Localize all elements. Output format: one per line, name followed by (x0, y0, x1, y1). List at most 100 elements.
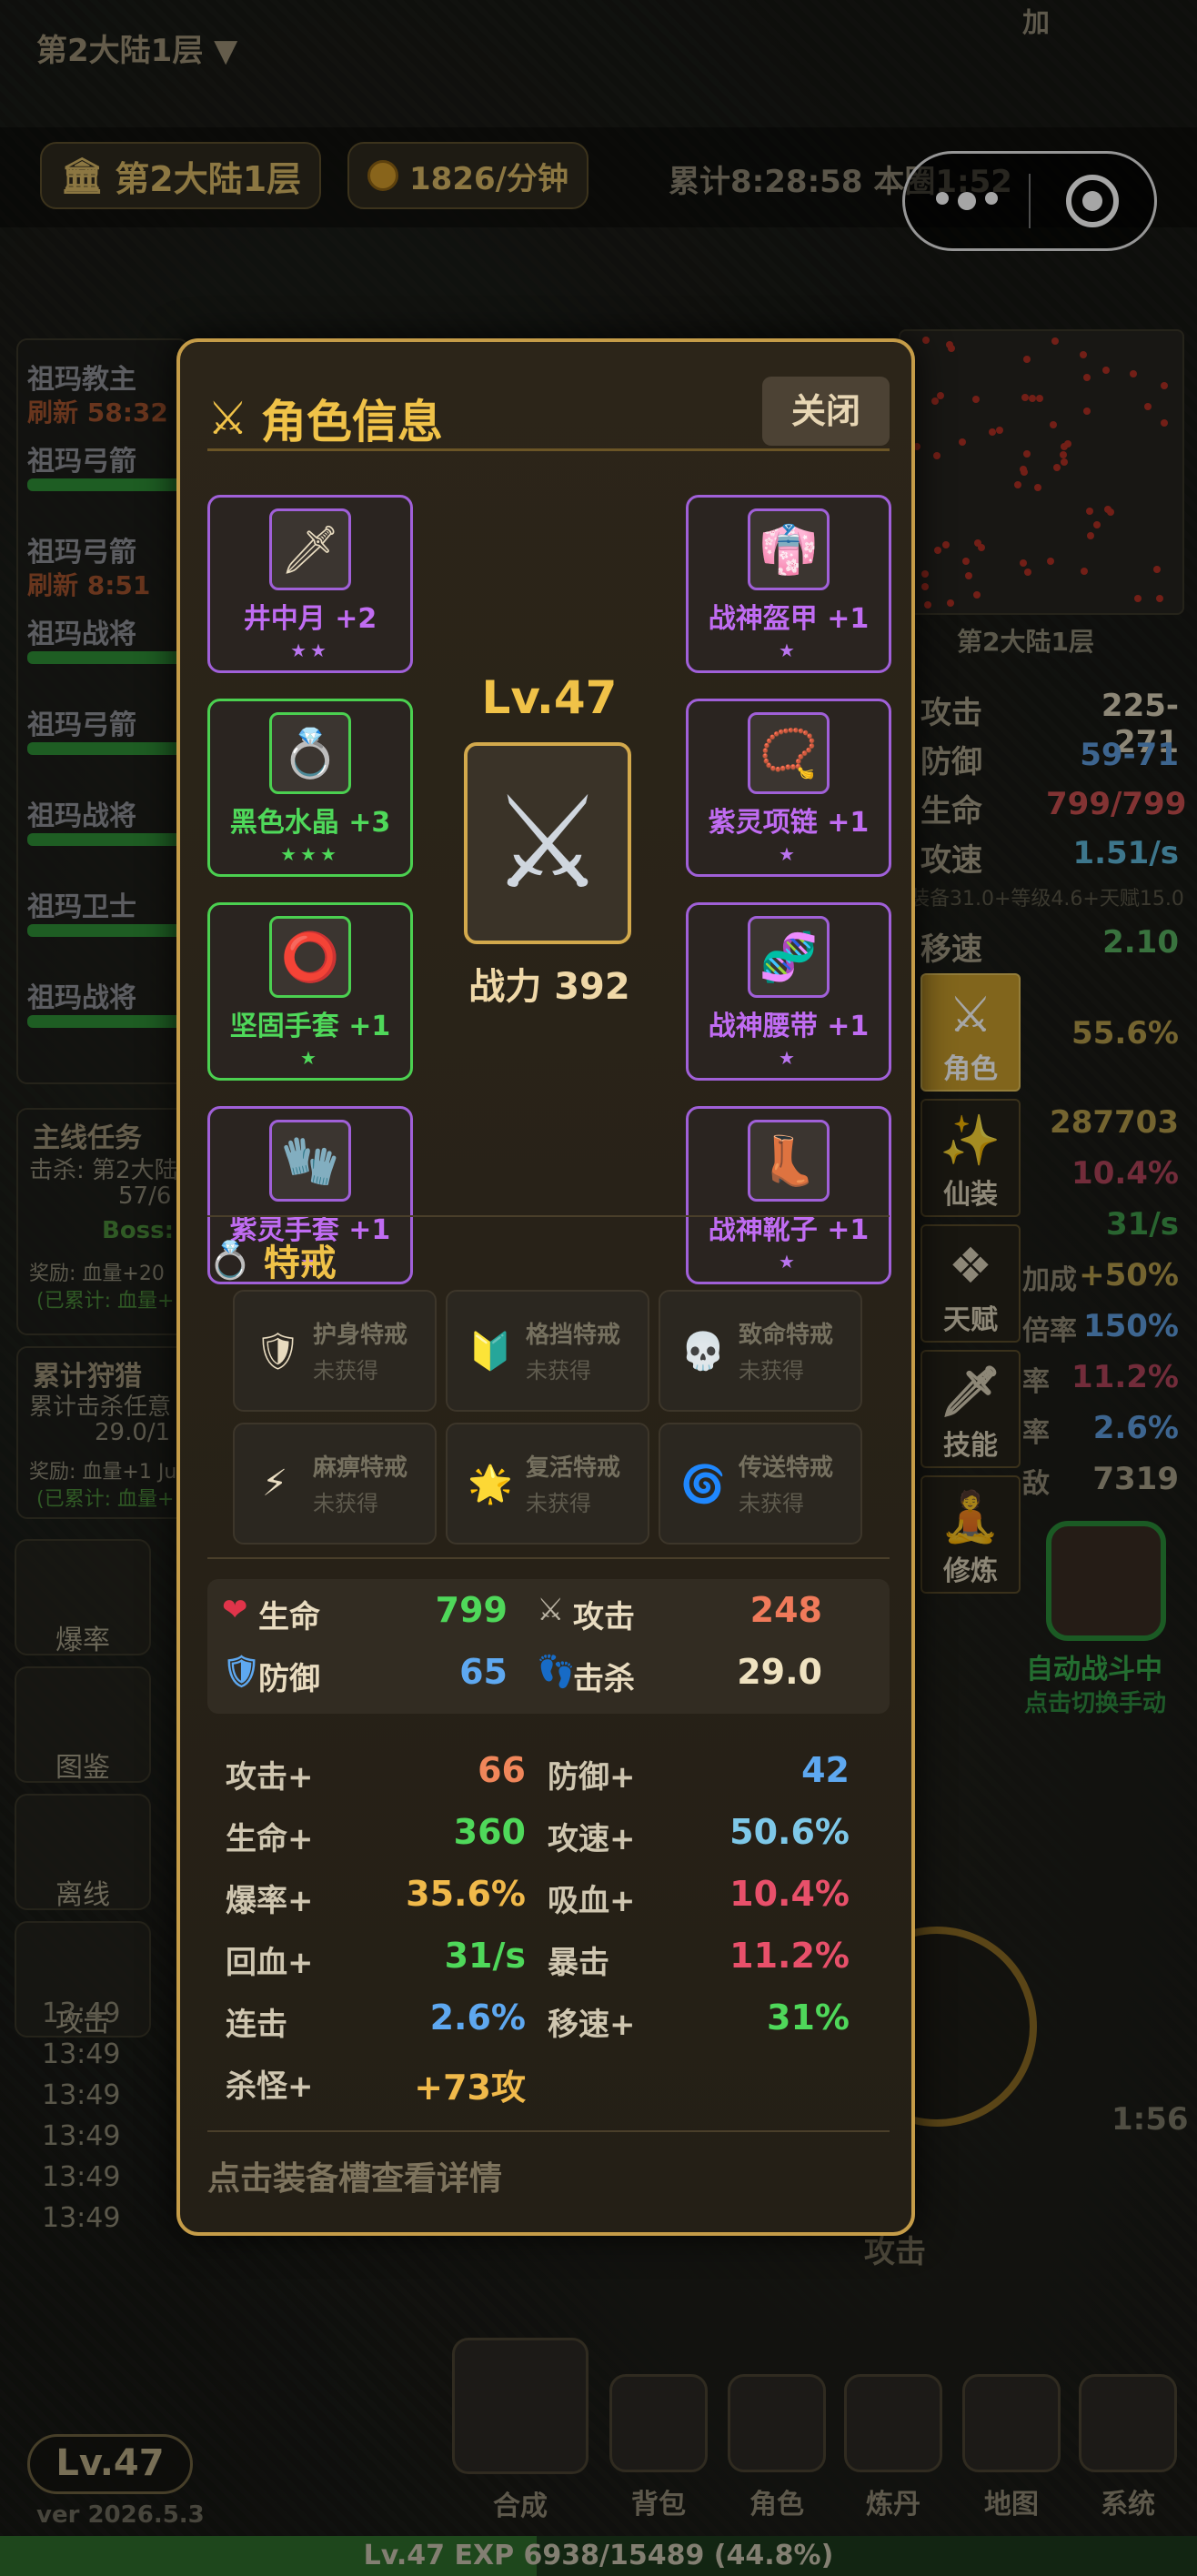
ring-name: 致命特戒 (739, 1321, 834, 1349)
summary-stat-label: 攻击 (573, 1599, 635, 1635)
stat-value: 66 (478, 1750, 526, 1790)
character-info-modal: ⚔ 角色信息 关闭 🗡 井中月 +2 ★★ 💍 黑色水晶 +3 ★★★ ⭕ 坚固手套 +1 ★ 🧤… (176, 338, 915, 2236)
equipment-stars: ★ (779, 843, 799, 865)
equipment-glyph-icon: 👢 (759, 1133, 819, 1189)
ring-text: 麻痹特戒 未获得 (313, 1451, 407, 1517)
stat-value: 10.4% (729, 1874, 850, 1914)
summary-stat-value: 65 (459, 1652, 508, 1692)
special-ring-slot[interactable]: 🌀 传送特戒 未获得 (659, 1423, 862, 1545)
special-ring-slot[interactable]: 🌟 复活特戒 未获得 (446, 1423, 649, 1545)
summary-stat-icon: ❤ (222, 1592, 248, 1628)
special-rings-title: 特戒 (263, 1243, 337, 1284)
stat-label: 吸血+ (548, 1883, 636, 1919)
ring-text: 致命特戒 未获得 (739, 1318, 833, 1384)
summary-stat-value: 799 (435, 1590, 508, 1630)
modal-title-text: 角色信息 (260, 396, 443, 448)
ring-text: 传送特戒 未获得 (739, 1451, 833, 1517)
ring-icon: 💍 (207, 1239, 253, 1282)
stat-value: 42 (801, 1750, 850, 1790)
special-ring-slot[interactable]: ⚡ 麻痹特戒未获得 (233, 1423, 437, 1545)
divider (207, 1557, 890, 1559)
stat-value: 31% (767, 1997, 850, 2038)
equipment-stars: ★ (300, 1047, 320, 1069)
equipment-name: 黑色水晶 +3 (229, 807, 391, 839)
equipment-name: 紫灵项链 +1 (708, 807, 870, 839)
ring-status: 未获得 (739, 1357, 804, 1384)
divider (207, 1215, 890, 1217)
equipment-icon: 💍 (269, 712, 351, 794)
stat-label: 攻速+ (548, 1821, 636, 1857)
ring-name: 复活特戒 (526, 1454, 621, 1482)
special-ring-slot[interactable]: 🔰 格挡特戒未获得 (446, 1290, 649, 1412)
ring-type-icon: 💀 (680, 1330, 726, 1373)
stat-label: 回血+ (226, 1945, 314, 1981)
equipment-glyph-icon: 💍 (280, 726, 340, 781)
equipment-stars: ★ (779, 639, 799, 661)
equipment-glyph-icon: 👘 (759, 522, 819, 578)
equipment-stars: ★ (779, 1251, 799, 1273)
special-ring-slot[interactable]: 💀 致命特戒未获得 (659, 1290, 862, 1412)
summary-stat-label: 击杀 (573, 1661, 635, 1697)
summary-stat-label: 防御 (258, 1661, 320, 1697)
modal-title: ⚔ 角色信息 (207, 386, 443, 451)
stat-value: +73攻 (414, 2068, 526, 2108)
stat-value: 2.6% (429, 1997, 526, 2038)
stat-value: 360 (453, 1812, 526, 1852)
stat-value: 50.6% (729, 1812, 850, 1852)
ring-status: 未获得 (526, 1490, 591, 1516)
summary-stat-icon: 🛡 (222, 1654, 262, 1690)
combat-power: 战力 392 (468, 966, 630, 1008)
stat-label: 杀怪+ (226, 2068, 314, 2105)
equipment-stars: ★ (779, 1047, 799, 1069)
equipment-slot[interactable]: 👘 战神盔甲 +1 ★ (686, 495, 891, 673)
ring-text: 护身特戒 未获得 (313, 1318, 407, 1384)
equipment-stars: ★★★ (280, 843, 340, 865)
stat-label: 移速+ (548, 2007, 636, 2043)
character-swords-icon: ⚔ (490, 769, 605, 918)
special-rings-heading: 💍 特戒 (207, 1233, 337, 1286)
equipment-icon: 📿 (748, 712, 830, 794)
equipment-glyph-icon: 🧤 (280, 1133, 340, 1189)
ring-status: 未获得 (526, 1357, 591, 1384)
character-portrait: ⚔ (464, 742, 631, 944)
stat-label: 暴击 (548, 1945, 609, 1981)
equipment-hint: 点击装备槽查看详情 (207, 2160, 503, 2198)
crossed-swords-icon: ⚔ (207, 392, 248, 445)
equipment-icon: 🧤 (269, 1120, 351, 1202)
stat-label: 生命+ (226, 1821, 314, 1857)
equipment-slot[interactable]: 📿 紫灵项链 +1 ★ (686, 699, 891, 877)
ring-name: 护身特戒 (313, 1321, 408, 1349)
stat-summary: ❤ 生命 799 ⚔ 攻击 248 🛡 防御 65 👣 击杀 29.0 (207, 1579, 890, 1714)
stat-label: 攻击+ (226, 1759, 314, 1796)
ring-status: 未获得 (313, 1357, 378, 1384)
equipment-icon: 🗡 (269, 508, 351, 590)
ring-text: 格挡特戒 未获得 (526, 1318, 620, 1384)
close-button[interactable]: 关闭 (762, 377, 890, 446)
equipment-icon: 👘 (748, 508, 830, 590)
ring-type-icon: ⚡ (261, 1463, 288, 1504)
stat-label: 连击 (226, 2007, 287, 2043)
equipment-icon: 👢 (748, 1120, 830, 1202)
equipment-slot[interactable]: 🗡 井中月 +2 ★★ (207, 495, 413, 673)
equipment-name: 战神盔甲 +1 (708, 603, 870, 635)
summary-stat-value: 248 (749, 1590, 822, 1630)
equipment-glyph-icon: 🗡 (279, 522, 340, 578)
ring-type-icon: 🌀 (680, 1463, 726, 1505)
equipment-name: 战神靴子 +1 (708, 1214, 870, 1246)
character-level: Lv.47 (481, 671, 618, 724)
summary-stat-icon: 👣 (537, 1654, 576, 1690)
ring-name: 麻痹特戒 (313, 1454, 408, 1482)
summary-stat-icon: ⚔ (537, 1592, 565, 1628)
stat-label: 爆率+ (226, 1883, 314, 1919)
special-ring-slot[interactable]: 🛡 护身特戒未获得 (233, 1290, 437, 1412)
equipment-slot[interactable]: 💍 黑色水晶 +3 ★★★ (207, 699, 413, 877)
ring-status: 未获得 (313, 1490, 378, 1516)
ring-type-icon: 🛡 (255, 1330, 301, 1373)
ring-name: 格挡特戒 (526, 1321, 621, 1349)
equipment-name: 井中月 +2 (243, 603, 377, 635)
modal-header: ⚔ 角色信息 关闭 (207, 369, 890, 451)
ring-type-icon: 🔰 (468, 1330, 513, 1373)
ring-status: 未获得 (739, 1490, 804, 1516)
equipment-stars: ★★ (290, 639, 330, 661)
equipment-slot[interactable]: 👢 战神靴子 +1 ★ (686, 1106, 891, 1284)
